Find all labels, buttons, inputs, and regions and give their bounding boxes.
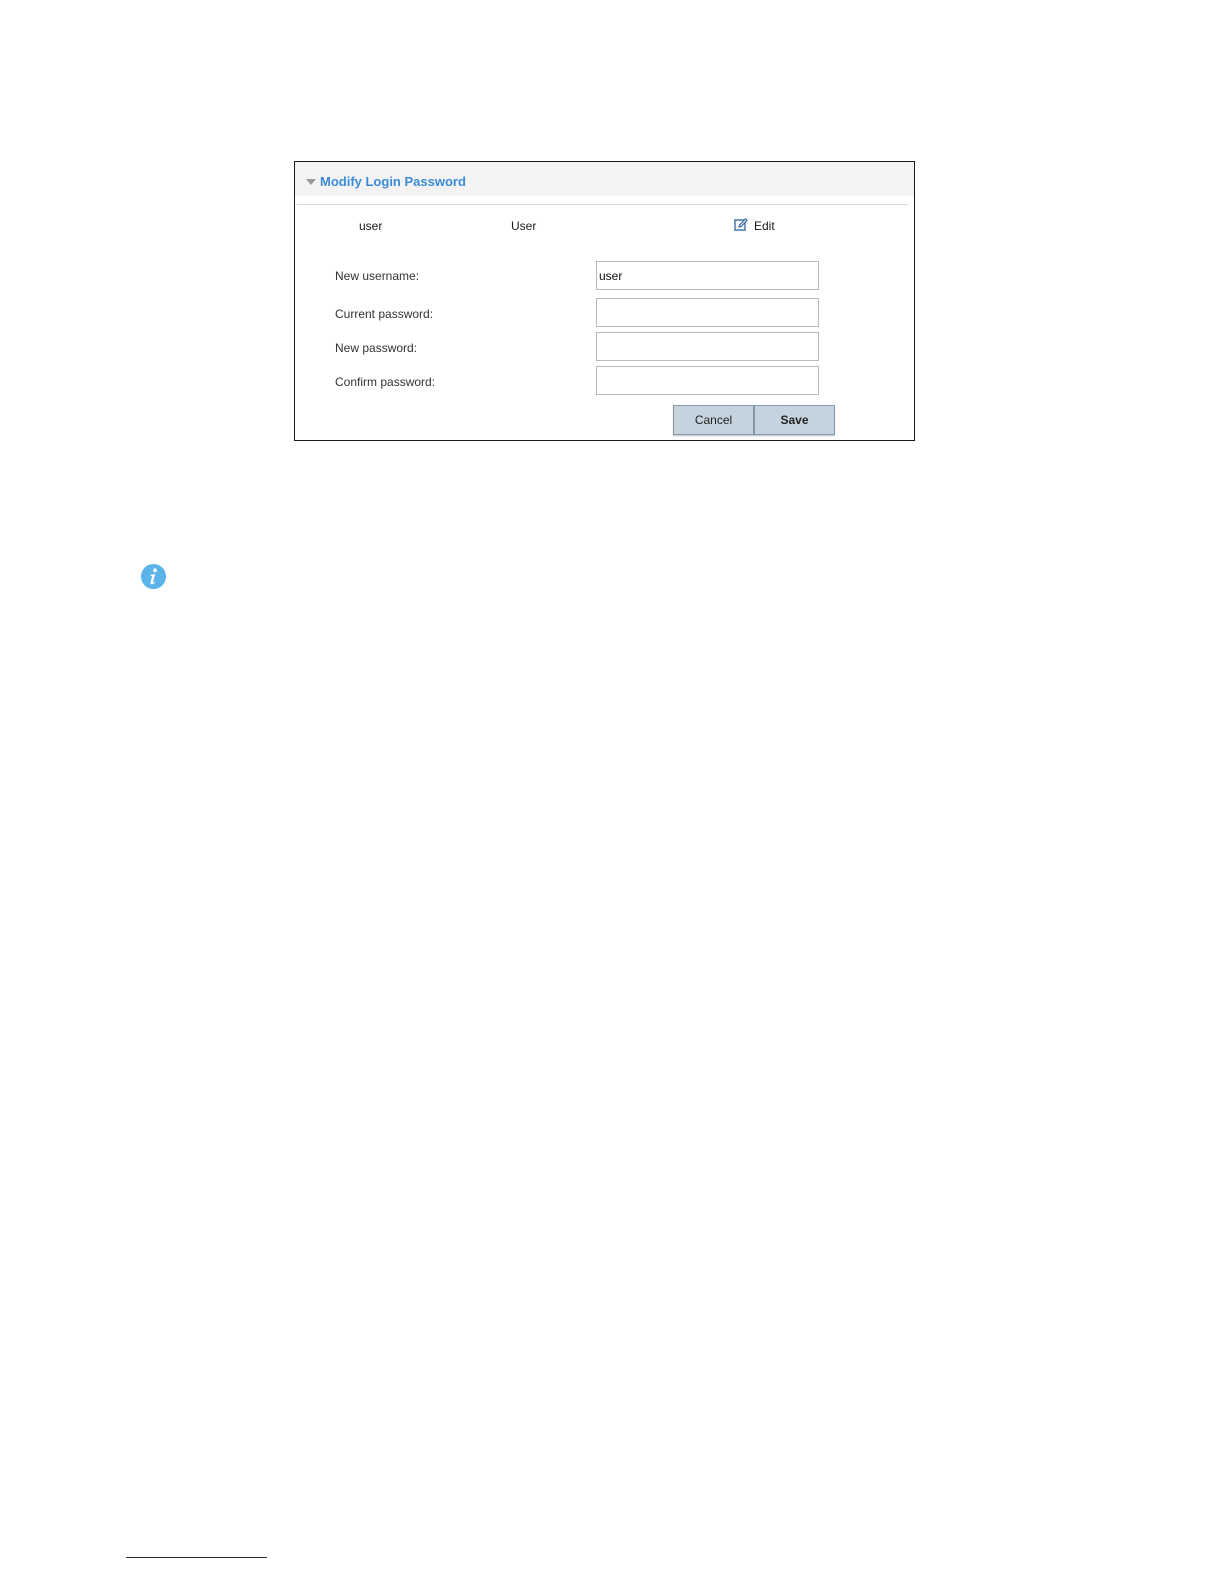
confirm-password-label: Confirm password: [335,375,436,389]
new-password-input[interactable] [596,332,819,361]
current-password-label: Current password: [335,307,434,321]
summary-role: User [511,219,537,233]
new-username-input[interactable] [596,261,819,290]
new-username-label: New username: [335,269,420,283]
header-divider [297,204,908,205]
panel-header[interactable]: Modify Login Password [295,162,914,196]
save-button[interactable]: Save [754,405,835,435]
summary-username: user [359,219,383,233]
caret-down-icon[interactable] [306,179,316,185]
current-password-input[interactable] [596,298,819,327]
cancel-button[interactable]: Cancel [673,405,754,435]
confirm-password-input[interactable] [596,366,819,395]
new-password-label: New password: [335,341,418,355]
footnote-separator [126,1557,267,1558]
edit-label: Edit [754,219,775,233]
edit-icon [734,218,748,231]
modify-login-password-panel: Modify Login Password user User Edit New… [294,161,915,441]
info-icon [140,563,167,590]
panel-title[interactable]: Modify Login Password [320,174,466,189]
